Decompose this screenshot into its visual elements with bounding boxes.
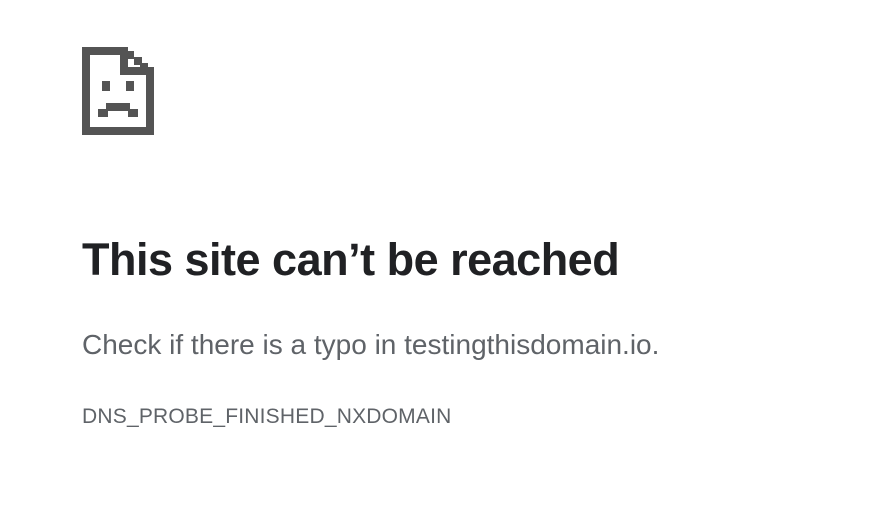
sad-page-icon <box>82 47 154 135</box>
error-page: This site can’t be reached Check if ther… <box>82 0 892 512</box>
error-code: DNS_PROBE_FINISHED_NXDOMAIN <box>82 405 452 428</box>
error-title: This site can’t be reached <box>82 234 620 285</box>
error-message: Check if there is a typo in testingthisd… <box>82 329 660 360</box>
